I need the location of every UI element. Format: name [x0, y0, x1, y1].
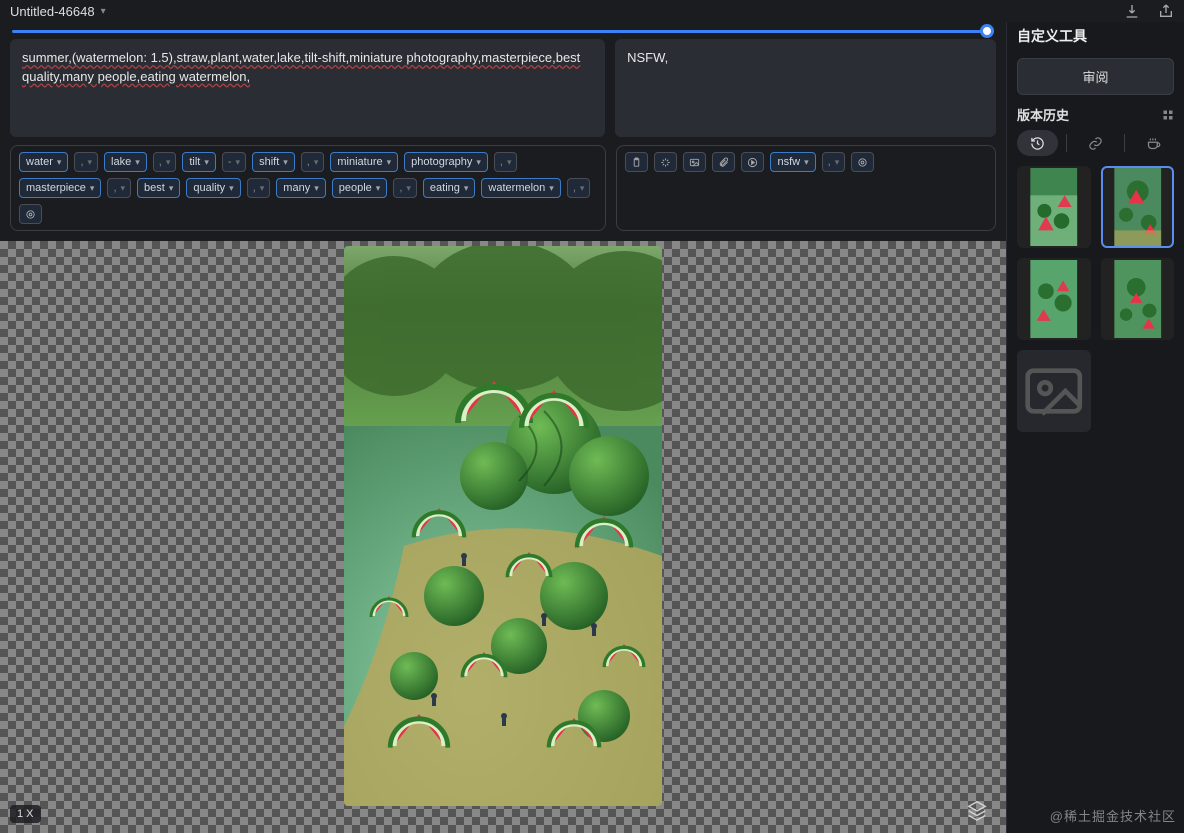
prompt-tag[interactable]: lake ▾ [104, 152, 147, 172]
tag-separator[interactable]: , ▾ [393, 178, 417, 198]
tag-separator[interactable]: , ▾ [494, 152, 518, 172]
prompt-tag[interactable]: eating ▾ [423, 178, 476, 198]
tag-separator[interactable]: , ▾ [822, 152, 846, 172]
attach-icon[interactable] [712, 152, 735, 172]
share-icon[interactable] [1158, 3, 1174, 19]
tag-separator[interactable]: , ▾ [247, 178, 271, 198]
prompt-tag[interactable]: tilt ▾ [182, 152, 216, 172]
version-thumb-4[interactable] [1101, 258, 1175, 340]
title-dropdown-icon[interactable]: ▾ [101, 6, 106, 17]
tag-separator[interactable]: , ▾ [74, 152, 98, 172]
tag-separator[interactable]: , ▾ [153, 152, 177, 172]
prompt-tag[interactable]: photography ▾ [404, 152, 488, 172]
negative-prompt-input[interactable]: NSFW, [615, 39, 996, 137]
tab-history[interactable] [1017, 130, 1058, 156]
zoom-badge[interactable]: 1 X [10, 805, 41, 823]
positive-prompt-text: summer,(watermelon: 1.5),straw,plant,wat… [22, 50, 580, 84]
negative-tags-panel: nsfw ▾ , ▾ [616, 145, 996, 231]
review-button[interactable]: 审阅 [1017, 58, 1174, 95]
target-icon[interactable] [19, 204, 42, 224]
image-icon[interactable] [683, 152, 706, 172]
target-icon[interactable] [851, 152, 874, 172]
sparkle-icon[interactable] [654, 152, 677, 172]
prompt-tag[interactable]: watermelon ▾ [481, 178, 560, 198]
version-history-title: 版本历史 [1017, 105, 1069, 124]
prompt-tag[interactable]: shift ▾ [252, 152, 295, 172]
tab-coffee[interactable] [1133, 130, 1174, 156]
prompt-tag[interactable]: quality ▾ [186, 178, 240, 198]
canvas-area[interactable]: 1 X [0, 241, 1006, 833]
grid-icon[interactable] [1162, 109, 1174, 121]
version-thumb-1[interactable] [1017, 166, 1091, 248]
prompt-tag[interactable]: best ▾ [137, 178, 180, 198]
tag-separator[interactable]: - ▾ [222, 152, 246, 172]
negative-prompt-text: NSFW, [627, 50, 668, 65]
progress-slider[interactable] [12, 30, 994, 33]
version-thumb-empty[interactable] [1017, 350, 1091, 432]
slider-thumb[interactable] [980, 24, 994, 38]
prompt-tag[interactable]: many ▾ [276, 178, 325, 198]
right-panel-title: 自定义工具 [1007, 22, 1184, 54]
tab-link[interactable] [1075, 130, 1116, 156]
tag-separator[interactable]: , ▾ [301, 152, 325, 172]
version-thumb-3[interactable] [1017, 258, 1091, 340]
tag-separator[interactable]: , ▾ [107, 178, 131, 198]
positive-prompt-input[interactable]: summer,(watermelon: 1.5),straw,plant,wat… [10, 39, 605, 137]
tag-separator[interactable]: , ▾ [567, 178, 591, 198]
layers-icon[interactable] [966, 799, 988, 821]
project-title: Untitled-46648 [10, 4, 95, 19]
positive-tags-panel: water ▾, ▾lake ▾, ▾tilt ▾- ▾shift ▾, ▾mi… [10, 145, 606, 231]
prompt-tag[interactable]: people ▾ [332, 178, 388, 198]
prompt-tag[interactable]: miniature ▾ [330, 152, 398, 172]
play-icon[interactable] [741, 152, 764, 172]
generated-image[interactable] [344, 246, 662, 806]
version-thumb-2[interactable] [1101, 166, 1175, 248]
clipboard-icon[interactable] [625, 152, 648, 172]
prompt-tag[interactable]: nsfw ▾ [770, 152, 815, 172]
prompt-tag[interactable]: water ▾ [19, 152, 68, 172]
prompt-tag[interactable]: masterpiece ▾ [19, 178, 101, 198]
download-icon[interactable] [1124, 3, 1140, 19]
